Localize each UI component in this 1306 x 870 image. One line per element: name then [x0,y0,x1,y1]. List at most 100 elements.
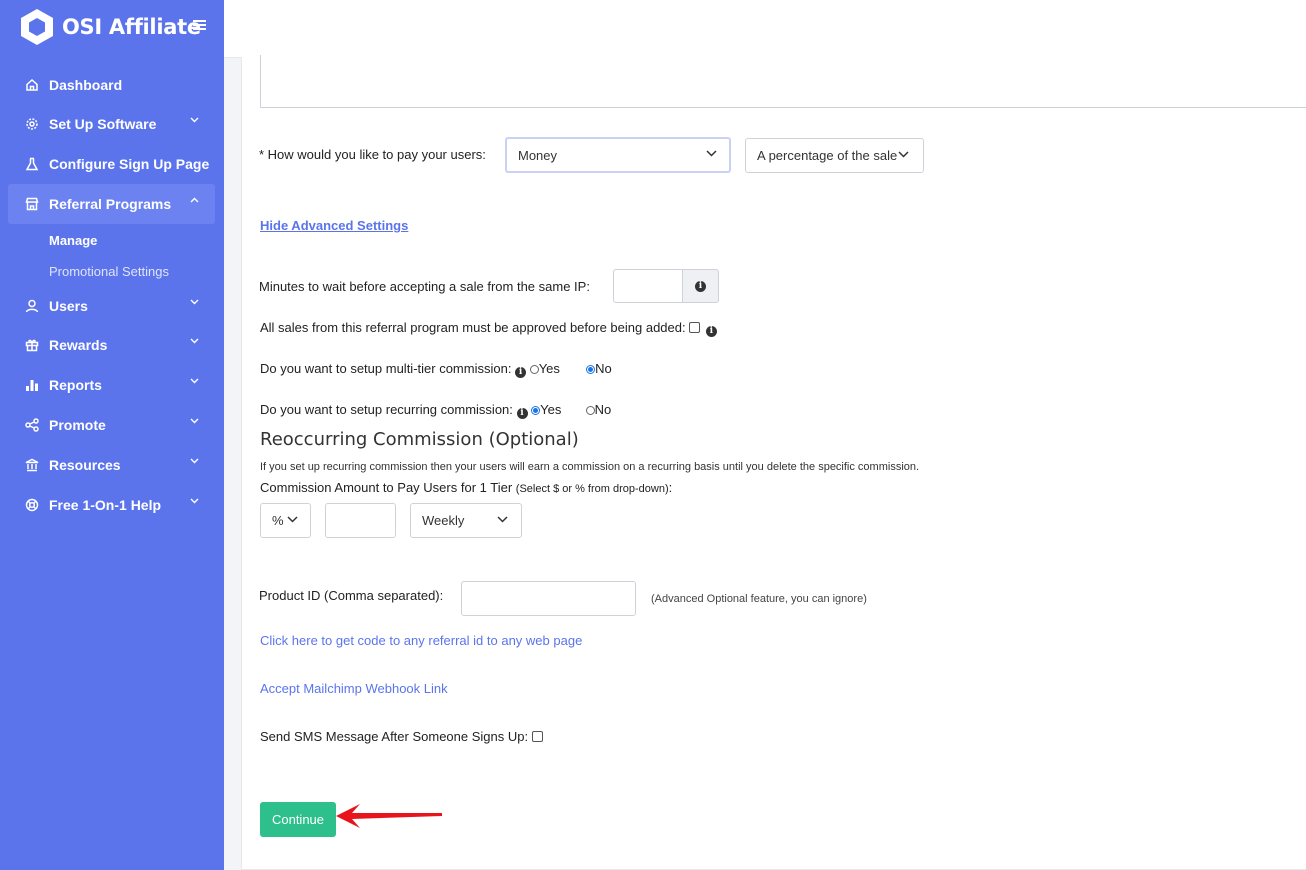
sms-label: Send SMS Message After Someone Signs Up: [260,729,529,744]
sidebar-item-label: Promote [49,417,106,433]
sidebar-item-rewards[interactable]: Rewards [8,325,215,365]
chevron-down-icon [287,515,298,523]
app-logo[interactable]: OSI Affiliate [20,8,201,46]
sidebar-item-reports[interactable]: Reports [8,365,215,405]
get-code-link[interactable]: Click here to get code to any referral i… [260,633,582,648]
commission-unit-select[interactable]: % [260,503,311,538]
minutes-wait-input[interactable] [613,269,683,303]
chevron-down-icon [190,458,199,464]
approve-sales-row: All sales from this referral program mus… [260,320,717,337]
user-icon [24,299,40,313]
chevron-down-icon [190,378,199,384]
multitier-yes-label: Yes [538,361,560,376]
pay-users-label: * How would you like to pay your users: [259,147,486,162]
sidebar-subitem-promotional-settings[interactable]: Promotional Settings [49,264,169,279]
commission-amount-row: Commission Amount to Pay Users for 1 Tie… [260,480,672,495]
chevron-down-icon [898,150,909,158]
app-title: OSI Affiliate [62,15,201,39]
top-header-bar [224,0,1306,58]
sidebar-item-label: Configure Sign Up Page [49,156,210,172]
sidebar: OSI Affiliate Dashboard Set Up Software … [0,0,224,870]
sidebar-item-label: Resources [49,457,121,473]
home-icon [24,78,40,92]
product-id-input[interactable] [461,581,636,616]
reoccurring-description: If you set up recurring commission then … [260,461,920,473]
sidebar-item-configure-sign-up-page[interactable]: Configure Sign Up Page [8,144,215,184]
share-icon [24,418,40,432]
commission-amount-colon: : [668,480,673,495]
info-icon[interactable]: i [515,366,527,378]
sidebar-item-users[interactable]: Users [8,286,215,326]
lifebuoy-icon [24,498,40,512]
reoccurring-heading: Reoccurring Commission (Optional) [260,429,579,450]
gear-icon [24,117,40,131]
store-icon [24,197,40,211]
hamburger-menu-icon[interactable] [193,16,206,34]
approve-sales-label: All sales from this referral program mus… [260,320,686,335]
multitier-no-radio[interactable] [586,365,596,374]
sidebar-item-label: Set Up Software [49,116,157,132]
pay-type-value: A percentage of the sale [757,148,898,163]
approve-sales-checkbox[interactable] [689,322,701,333]
bar-chart-icon [24,378,40,392]
sidebar-item-label: Rewards [49,337,108,353]
continue-button[interactable]: Continue [260,802,336,837]
recurring-yes-radio[interactable] [531,406,541,415]
pay-method-select[interactable]: Money [505,137,731,173]
sidebar-item-promote[interactable]: Promote [8,405,215,445]
recurring-no-radio[interactable] [585,406,595,415]
chevron-down-icon [497,515,508,523]
sidebar-item-label: Dashboard [49,77,123,93]
sidebar-item-label: Free 1-On-1 Help [49,497,162,513]
multitier-row: Do you want to setup multi-tier commissi… [260,361,612,378]
sms-checkbox[interactable] [531,731,543,742]
sidebar-item-label: Reports [49,377,102,393]
recurring-yes-label: Yes [540,402,562,417]
mailchimp-webhook-link[interactable]: Accept Mailchimp Webhook Link [260,681,448,696]
info-icon[interactable]: i [516,407,528,419]
pay-method-value: Money [518,147,558,163]
multitier-yes-radio[interactable] [529,365,539,374]
sidebar-item-label: Referral Programs [49,196,172,212]
sidebar-item-referral-programs[interactable]: Referral Programs [8,184,215,224]
flask-icon [24,157,40,171]
minutes-wait-label: Minutes to wait before accepting a sale … [259,279,590,294]
red-arrow-annotation-icon [336,804,442,828]
chevron-down-icon [190,418,199,424]
info-icon: i [695,280,706,292]
recurring-no-label: No [594,402,612,417]
multitier-no-label: No [595,361,612,376]
product-id-label: Product ID (Comma separated): [259,588,444,603]
info-icon[interactable]: i [705,325,717,337]
commission-amount-label: Commission Amount to Pay Users for 1 Tie… [260,480,513,495]
chevron-down-icon [190,498,199,504]
hexagon-logo-icon [21,9,53,45]
sidebar-item-free-help[interactable]: Free 1-On-1 Help [8,485,215,525]
bank-icon [24,458,40,472]
multitier-label: Do you want to setup multi-tier commissi… [260,361,512,376]
product-id-hint: (Advanced Optional feature, you can igno… [651,593,867,605]
recurring-label: Do you want to setup recurring commissio… [260,402,513,417]
sidebar-item-resources[interactable]: Resources [8,445,215,485]
chevron-down-icon [706,150,717,157]
description-textarea[interactable] [260,55,1306,108]
commission-amount-input[interactable] [325,503,396,538]
commission-amount-hint: (Select $ or % from drop-down) [515,483,669,495]
chevron-down-icon [190,338,199,344]
commission-frequency-value: Weekly [422,513,465,528]
hide-advanced-settings-link[interactable]: Hide Advanced Settings [260,218,408,233]
recurring-row: Do you want to setup recurring commissio… [260,402,611,419]
commission-unit-value: % [272,513,284,528]
chevron-down-icon [190,299,199,305]
pay-type-select[interactable]: A percentage of the sale [745,138,924,173]
chevron-up-icon [190,197,199,203]
sms-row: Send SMS Message After Someone Signs Up: [260,729,543,744]
sidebar-item-label: Users [49,298,88,314]
chevron-down-icon [190,117,199,123]
commission-frequency-select[interactable]: Weekly [410,503,522,538]
sidebar-item-set-up-software[interactable]: Set Up Software [8,104,215,144]
sidebar-item-dashboard[interactable]: Dashboard [8,65,215,105]
gift-icon [24,338,40,352]
minutes-info-addon[interactable]: i [682,269,719,303]
sidebar-subitem-manage[interactable]: Manage [49,233,97,248]
